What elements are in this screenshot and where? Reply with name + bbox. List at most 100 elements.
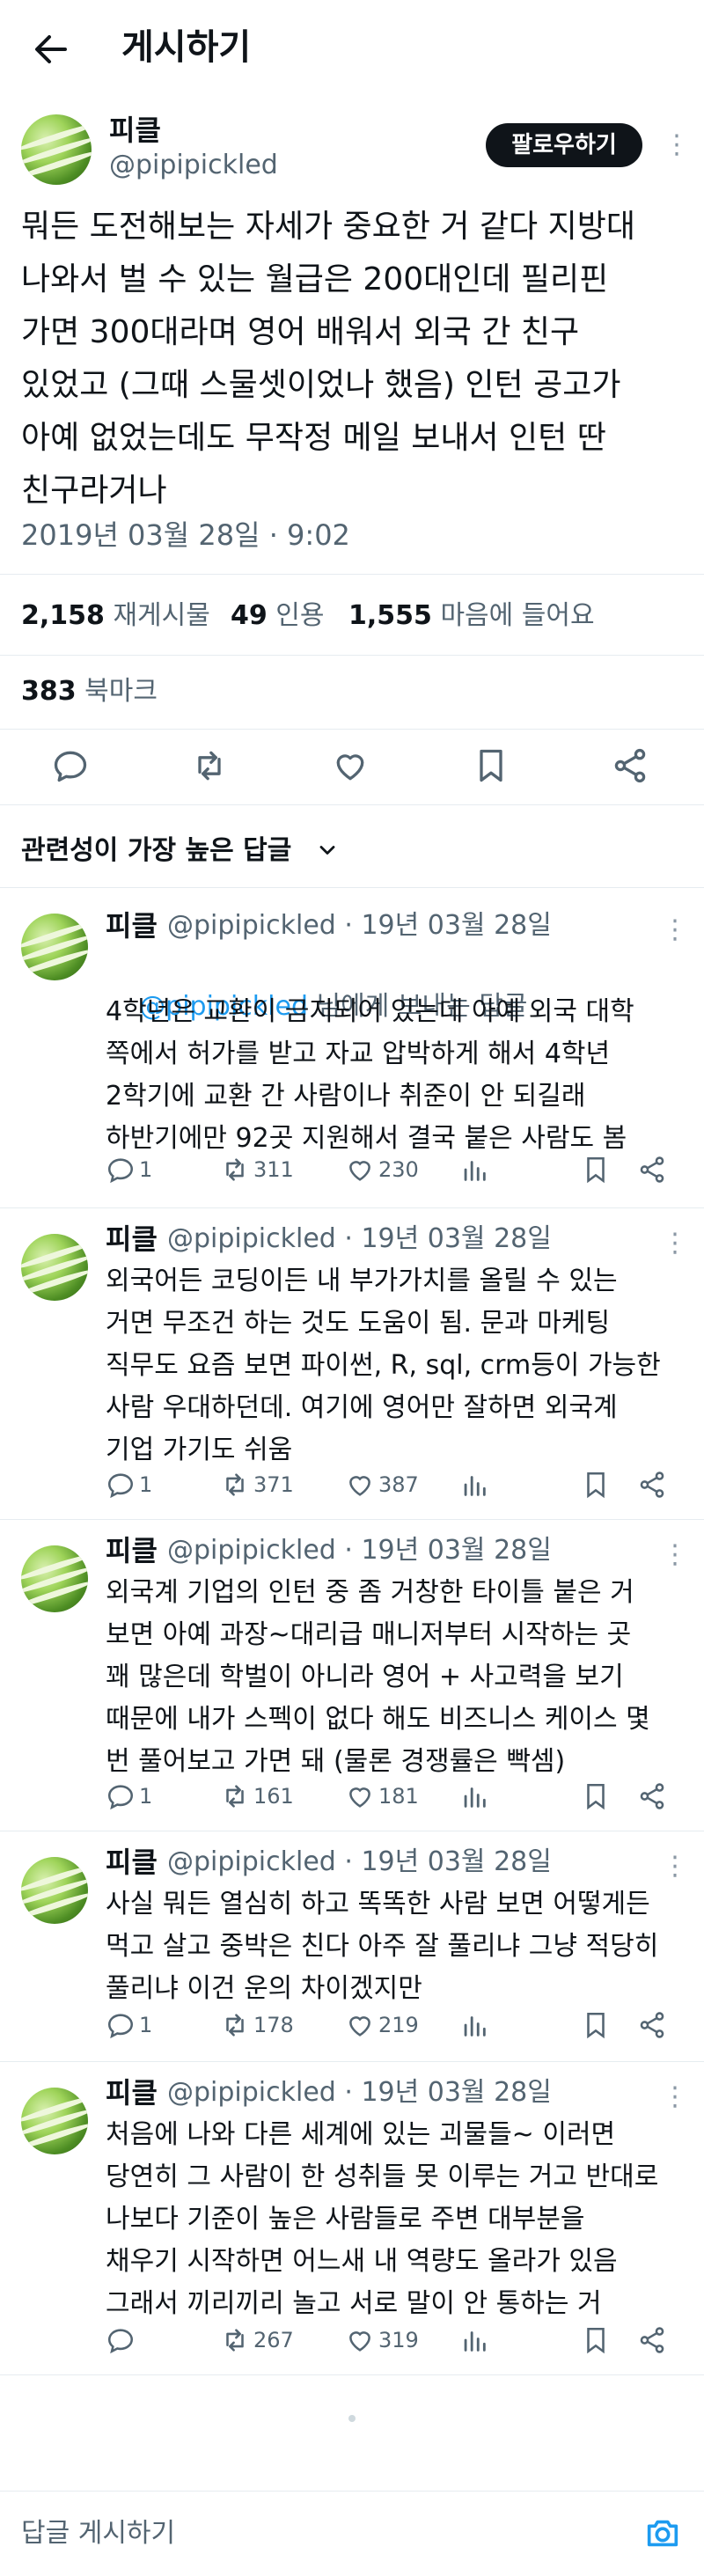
reply-author-name[interactable]: 피클 <box>106 2075 158 2110</box>
reply-author-name[interactable]: 피클 <box>106 1222 158 1257</box>
repost-icon <box>226 2329 244 2352</box>
bookmark-icon <box>587 1156 605 1184</box>
reply-reply-action[interactable]: 1 <box>106 1778 152 1813</box>
reply-bookmark-action[interactable] <box>581 1466 611 1501</box>
follow-button[interactable]: 팔로우하기 <box>486 123 642 167</box>
more-options-icon[interactable]: ⋮ <box>662 1853 688 1880</box>
more-options-icon[interactable]: ⋮ <box>662 1542 688 1568</box>
reply-like-action[interactable]: 387 <box>345 1466 419 1501</box>
reply-repost-action[interactable]: 311 <box>220 1151 294 1186</box>
reply-views-action[interactable] <box>459 2322 489 2357</box>
author-handle[interactable]: @pipipickled <box>109 148 278 183</box>
reply-reply-action[interactable]: 1 <box>106 1466 152 1501</box>
share-icon[interactable] <box>611 746 649 785</box>
reply-repost-action[interactable]: 267 <box>220 2322 294 2357</box>
reply-avatar[interactable] <box>21 1857 88 1924</box>
like-icon <box>349 2016 370 2037</box>
reply-views-action[interactable] <box>459 1778 489 1813</box>
reply-share-action[interactable] <box>637 1466 667 1501</box>
reply-share-action[interactable] <box>637 1778 667 1813</box>
quotes-stat[interactable]: 49 인용 <box>231 598 325 634</box>
chevron-down-icon[interactable] <box>315 838 340 862</box>
reply-bookmark-action[interactable] <box>581 1778 611 1813</box>
reply-bookmark-action[interactable] <box>581 2007 611 2042</box>
reply-item[interactable]: 피클 @pipipickled · 19년 03월 28일 ⋮ @pipipic… <box>0 887 704 1207</box>
more-options-icon[interactable]: ⋮ <box>662 1230 688 1257</box>
reply-share-action[interactable] <box>637 2007 667 2042</box>
reply-item[interactable]: 피클 @pipipickled · 19년 03월 28일 ⋮ 처음에 나와 다… <box>0 2061 704 2374</box>
reply-like-action[interactable]: 181 <box>345 1778 419 1813</box>
like-count: 181 <box>378 1784 419 1809</box>
reply-author-name[interactable]: 피클 <box>106 1845 158 1880</box>
post-timestamp[interactable]: 2019년 03월 28일 · 9:02 <box>21 517 350 553</box>
reposts-stat[interactable]: 2,158 재게시물 <box>21 598 210 634</box>
author-name[interactable]: 피클 <box>109 113 161 148</box>
repost-count: 178 <box>253 2013 294 2037</box>
reposts-label: 재게시물 <box>113 600 210 631</box>
reply-repost-action[interactable]: 161 <box>220 1778 294 1813</box>
divider <box>0 574 704 575</box>
top-bar: 게시하기 <box>0 0 704 97</box>
author-avatar[interactable] <box>21 114 92 185</box>
reply-share-action[interactable] <box>637 2322 667 2357</box>
reply-like-action[interactable]: 319 <box>345 2322 419 2357</box>
divider <box>0 729 704 730</box>
like-icon[interactable] <box>331 746 370 785</box>
reply-handle-date[interactable]: @pipipickled · 19년 03월 28일 <box>167 1222 552 1257</box>
reply-author-name[interactable]: 피클 <box>106 1533 158 1568</box>
likes-stat[interactable]: 1,555 마음에 들어요 <box>348 598 595 634</box>
reply-repost-action[interactable]: 178 <box>220 2007 294 2042</box>
reply-avatar[interactable] <box>21 1234 88 1301</box>
reply-views-action[interactable] <box>459 1151 489 1186</box>
reply-item[interactable]: 피클 @pipipickled · 19년 03월 28일 ⋮ 외국어든 코딩이… <box>0 1207 704 1519</box>
reply-share-action[interactable] <box>637 1151 667 1186</box>
reply-count: 1 <box>139 1784 153 1809</box>
reply-views-action[interactable] <box>459 2007 489 2042</box>
repost-icon[interactable] <box>190 746 229 785</box>
camera-icon[interactable] <box>642 2513 683 2553</box>
reply-icon <box>107 1158 134 1184</box>
reply-item[interactable]: 피클 @pipipickled · 19년 03월 28일 ⋮ 사실 뭐든 열심… <box>0 1831 704 2061</box>
reply-like-action[interactable]: 219 <box>345 2007 419 2042</box>
like-count: 219 <box>378 2013 419 2037</box>
reply-reply-action[interactable]: 1 <box>106 1151 152 1186</box>
reply-repost-action[interactable]: 371 <box>220 1466 294 1501</box>
like-icon <box>349 1476 370 1496</box>
reply-views-action[interactable] <box>459 1466 489 1501</box>
reply-avatar[interactable] <box>21 2088 88 2154</box>
reply-icon[interactable] <box>51 746 90 785</box>
bookmarks-stat[interactable]: 383 북마크 <box>21 674 158 709</box>
quotes-count: 49 <box>231 600 268 631</box>
reply-avatar[interactable] <box>21 914 88 980</box>
quotes-label: 인용 <box>275 600 325 631</box>
reply-like-action[interactable]: 230 <box>345 1151 419 1186</box>
more-options-icon[interactable]: ⋮ <box>664 132 690 158</box>
repost-icon <box>226 1473 244 1496</box>
reply-text: 사실 뭐든 열심히 하고 똑똑한 사람 보면 어떻게든 먹고 살고 중박은 친다… <box>106 1889 659 2004</box>
reply-bookmark-action[interactable] <box>581 1151 611 1186</box>
reply-input[interactable]: 답글 게시하기 <box>21 2516 175 2551</box>
more-options-icon[interactable]: ⋮ <box>662 2084 688 2110</box>
reply-bookmark-action[interactable] <box>581 2322 611 2357</box>
reply-handle-date[interactable]: @pipipickled · 19년 03월 28일 <box>167 1533 552 1568</box>
like-count: 319 <box>378 2328 419 2352</box>
reply-handle-date[interactable]: @pipipickled · 19년 03월 28일 <box>167 908 552 943</box>
share-icon <box>640 1156 664 1183</box>
reply-composer[interactable]: 답글 게시하기 <box>0 2491 704 2576</box>
reply-avatar[interactable] <box>21 1545 88 1612</box>
reply-reply-action[interactable]: 1 <box>106 2007 152 2042</box>
views-icon <box>464 1476 486 1496</box>
repost-count: 161 <box>253 1784 294 1809</box>
reply-author-name[interactable]: 피클 <box>106 908 158 943</box>
repost-icon <box>226 1785 244 1808</box>
reply-handle-date[interactable]: @pipipickled · 19년 03월 28일 <box>167 2075 552 2110</box>
reply-sort-label[interactable]: 관련성이 가장 높은 답글 <box>21 833 291 869</box>
reply-handle-date[interactable]: @pipipickled · 19년 03월 28일 <box>167 1845 552 1880</box>
reply-reply-action[interactable] <box>106 2322 139 2357</box>
bookmark-icon[interactable] <box>472 746 510 785</box>
reply-icon <box>107 2014 134 2039</box>
reply-item[interactable]: 피클 @pipipickled · 19년 03월 28일 ⋮ 외국계 기업의 … <box>0 1519 704 1831</box>
back-arrow-icon[interactable] <box>28 26 74 72</box>
more-options-icon[interactable]: ⋮ <box>662 917 688 943</box>
divider <box>0 804 704 805</box>
